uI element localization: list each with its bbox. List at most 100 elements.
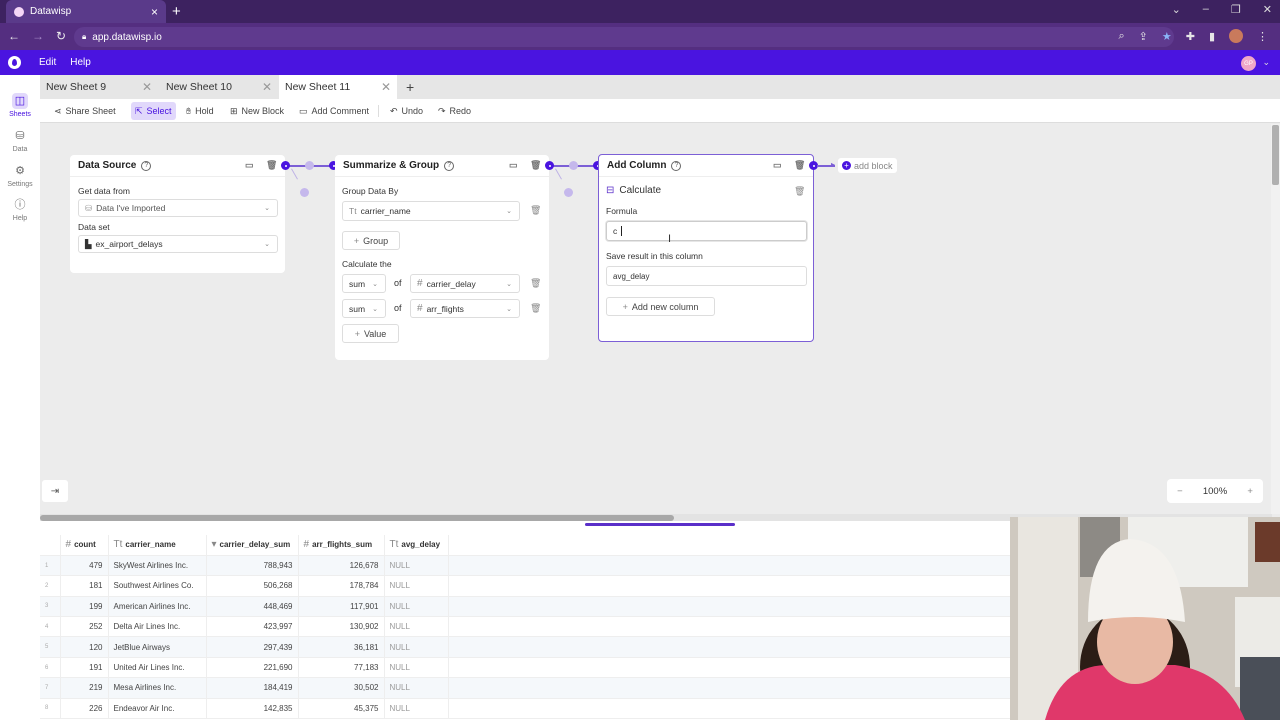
table-row[interactable]: 4 252 Delta Air Lines Inc. 423,997 130,902 NU… bbox=[40, 616, 1018, 638]
table-cell[interactable]: 252 bbox=[60, 616, 109, 638]
help-icon[interactable]: ? bbox=[141, 160, 152, 171]
trash-icon[interactable]: 🗑︎ bbox=[794, 186, 805, 197]
profile-avatar[interactable] bbox=[1229, 29, 1243, 43]
add-column-block[interactable]: Add Column ? ▭ 🗑︎ ⊟ Calculate 🗑︎ Formula… bbox=[598, 154, 814, 342]
table-cell[interactable]: 184,419 bbox=[206, 677, 299, 699]
user-avatar[interactable]: GP bbox=[1241, 56, 1256, 71]
forward-icon[interactable]: → bbox=[32, 29, 44, 43]
trash-icon[interactable]: 🗑︎ bbox=[530, 303, 541, 314]
table-cell[interactable]: 30,502 bbox=[298, 677, 385, 699]
sheet-tab[interactable]: New Sheet 9 ✕ bbox=[40, 75, 158, 99]
minimize-icon[interactable]: – bbox=[1203, 3, 1209, 16]
table-row[interactable]: 6 191 United Air Lines Inc. 221,690 77,183 NU… bbox=[40, 657, 1018, 679]
table-cell[interactable]: Endeavor Air Inc. bbox=[108, 698, 207, 720]
table-cell[interactable]: 219 bbox=[60, 677, 109, 699]
table-row[interactable]: 2 181 Southwest Airlines Co. 506,268 178,784… bbox=[40, 575, 1018, 597]
hold-tool-button[interactable]: ✋︎ Hold bbox=[182, 102, 218, 120]
tab-search-icon[interactable]: ⌄ bbox=[1172, 3, 1181, 16]
chevron-down-icon[interactable]: ⌄ bbox=[1262, 57, 1270, 68]
comment-icon[interactable]: ▭ bbox=[773, 160, 782, 171]
table-cell[interactable]: Mesa Airlines Inc. bbox=[108, 677, 207, 699]
close-tab-icon[interactable]: × bbox=[151, 5, 158, 19]
restore-icon[interactable]: ❐ bbox=[1231, 3, 1241, 16]
table-cell[interactable]: SkyWest Airlines Inc. bbox=[108, 555, 207, 577]
help-icon[interactable]: ? bbox=[444, 160, 455, 171]
trash-icon[interactable]: 🗑︎ bbox=[530, 160, 541, 171]
panel-resize-handle[interactable] bbox=[585, 523, 735, 526]
select-tool-button[interactable]: ⇱ Select bbox=[131, 102, 176, 120]
table-cell[interactable]: 117,901 bbox=[298, 596, 385, 618]
close-window-icon[interactable]: ✕ bbox=[1263, 3, 1272, 16]
group-by-select[interactable]: Tt carrier_name ⌄ bbox=[342, 201, 520, 221]
share-icon[interactable]: ⇪ bbox=[1139, 30, 1148, 43]
table-row[interactable]: 8 226 Endeavor Air Inc. 142,835 45,375 NULL bbox=[40, 698, 1018, 720]
table-cell[interactable]: Delta Air Lines Inc. bbox=[108, 616, 207, 638]
reload-icon[interactable]: ↻ bbox=[56, 29, 66, 43]
menu-help[interactable]: Help bbox=[70, 57, 91, 68]
sheet-tab[interactable]: New Sheet 10 ✕ bbox=[160, 75, 278, 99]
table-cell[interactable]: NULL bbox=[384, 555, 449, 577]
add-group-button[interactable]: + Group bbox=[342, 231, 400, 250]
table-cell[interactable]: NULL bbox=[384, 596, 449, 618]
browser-tab[interactable]: Datawisp × bbox=[6, 0, 166, 23]
sheet-tab-active[interactable]: New Sheet 11 ✕ bbox=[279, 75, 397, 99]
table-cell[interactable]: 297,439 bbox=[206, 636, 299, 658]
column-header-count[interactable]: # count bbox=[60, 535, 109, 556]
zoom-out-button[interactable]: − bbox=[1177, 486, 1183, 497]
comment-icon[interactable]: ▭ bbox=[509, 160, 518, 171]
table-cell[interactable]: 120 bbox=[60, 636, 109, 658]
new-tab-button[interactable]: + bbox=[172, 3, 181, 20]
menu-edit[interactable]: Edit bbox=[39, 57, 56, 68]
table-cell[interactable]: Southwest Airlines Co. bbox=[108, 575, 207, 597]
table-cell[interactable]: 423,997 bbox=[206, 616, 299, 638]
undo-button[interactable]: ↶ Undo bbox=[386, 102, 427, 120]
trash-icon[interactable]: 🗑︎ bbox=[530, 205, 541, 216]
branch-node[interactable] bbox=[564, 188, 573, 197]
trash-icon[interactable]: 🗑︎ bbox=[794, 160, 805, 171]
formula-input[interactable]: c bbox=[606, 221, 807, 241]
new-block-button[interactable]: ⊞ New Block bbox=[226, 102, 288, 120]
branch-node[interactable] bbox=[300, 188, 309, 197]
aggregation-column-select[interactable]: # carrier_delay ⌄ bbox=[410, 274, 520, 293]
table-cell[interactable]: 77,183 bbox=[298, 657, 385, 679]
table-cell[interactable]: JetBlue Airways bbox=[108, 636, 207, 658]
table-row[interactable]: 3 199 American Airlines Inc. 448,469 117,901… bbox=[40, 596, 1018, 618]
close-icon[interactable]: ✕ bbox=[142, 80, 152, 94]
collapse-panel-button[interactable]: ⇥ bbox=[42, 480, 68, 502]
rail-item-help[interactable]: ⓘ Help bbox=[0, 197, 40, 222]
summarize-group-block[interactable]: Summarize & Group ? ▭ 🗑︎ Group Data By T… bbox=[335, 155, 549, 360]
share-sheet-button[interactable]: ⋖ Share Sheet bbox=[50, 102, 120, 120]
table-row[interactable]: 7 219 Mesa Airlines Inc. 184,419 30,502 NULL bbox=[40, 677, 1018, 699]
rail-item-data[interactable]: ⛁ Data bbox=[0, 128, 40, 153]
trash-icon[interactable]: 🗑︎ bbox=[266, 160, 277, 171]
close-icon[interactable]: ✕ bbox=[262, 80, 272, 94]
aggregation-func-select[interactable]: sum ⌄ bbox=[342, 274, 386, 293]
sidepanel-icon[interactable]: ▮ bbox=[1209, 30, 1215, 43]
table-cell[interactable]: NULL bbox=[384, 657, 449, 679]
table-cell[interactable]: NULL bbox=[384, 636, 449, 658]
url-field[interactable]: 🔒︎ app.datawisp.io bbox=[74, 27, 1174, 47]
table-cell[interactable]: NULL bbox=[384, 677, 449, 699]
save-result-input[interactable]: avg_delay bbox=[606, 266, 807, 286]
trash-icon[interactable]: 🗑︎ bbox=[530, 278, 541, 289]
table-cell[interactable]: NULL bbox=[384, 575, 449, 597]
add-new-column-button[interactable]: + Add new column bbox=[606, 297, 715, 316]
table-row[interactable]: 5 120 JetBlue Airways 297,439 36,181 NULL bbox=[40, 636, 1018, 658]
redo-button[interactable]: ↷ Redo bbox=[434, 102, 475, 120]
aggregation-column-select[interactable]: # arr_flights ⌄ bbox=[410, 299, 520, 318]
close-icon[interactable]: ✕ bbox=[381, 80, 391, 94]
column-header-arr-flights-sum[interactable]: # arr_flights_sum bbox=[298, 535, 385, 556]
table-cell[interactable]: 221,690 bbox=[206, 657, 299, 679]
dataset-select[interactable]: ▙ ex_airport_delays ⌄ bbox=[78, 235, 278, 253]
add-sheet-button[interactable]: + bbox=[406, 79, 414, 95]
table-cell[interactable]: 181 bbox=[60, 575, 109, 597]
table-cell[interactable]: 130,902 bbox=[298, 616, 385, 638]
output-node[interactable] bbox=[281, 161, 290, 170]
table-cell[interactable]: 479 bbox=[60, 555, 109, 577]
zoom-in-button[interactable]: + bbox=[1247, 486, 1253, 497]
rail-item-settings[interactable]: ⚙ Settings bbox=[0, 163, 40, 188]
aggregation-func-select[interactable]: sum ⌄ bbox=[342, 299, 386, 318]
column-header-avg-delay[interactable]: Tt avg_delay bbox=[384, 535, 449, 556]
comment-icon[interactable]: ▭ bbox=[245, 160, 254, 171]
table-cell[interactable]: NULL bbox=[384, 616, 449, 638]
